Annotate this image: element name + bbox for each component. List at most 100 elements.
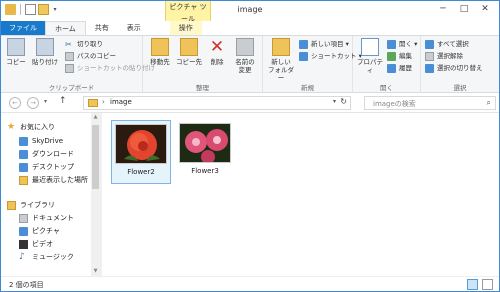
shortcut-icon	[299, 51, 308, 61]
nav-downloads[interactable]: ダウンロード	[19, 148, 74, 161]
clipboard-group-label: クリップボード	[48, 84, 95, 92]
file-item-flower2[interactable]: Flower2	[111, 120, 171, 184]
window-title: image	[237, 5, 263, 14]
explorer-window: ▾ ピクチャ ツール image ─ □ ✕ ファイル ホーム 共有 表示 操作…	[0, 0, 500, 292]
address-chevron[interactable]: ›	[102, 98, 105, 106]
ribbon: コピー 貼り付け ✂ 切り取り パスのコピー ショートカットの貼り付け クリップ…	[1, 35, 499, 93]
copy-label: コピー	[6, 58, 26, 66]
organize-group: 移動先 コピー先 ✕ 削除 名前の 変更 整理	[143, 36, 263, 93]
status-bar: 2 個の項目	[1, 276, 499, 291]
properties-button[interactable]: プロパティ	[355, 38, 385, 74]
file-name: Flower3	[191, 167, 219, 175]
nav-desktop[interactable]: デスクトップ	[19, 161, 74, 174]
paste-shortcut-icon	[65, 63, 74, 73]
select-none-icon	[425, 51, 434, 61]
cut-button[interactable]: ✂ 切り取り	[65, 39, 103, 49]
nav-pictures[interactable]: ピクチャ	[19, 225, 60, 238]
close-button[interactable]: ✕	[477, 3, 493, 15]
search-placeholder[interactable]: imageの検索	[373, 99, 416, 109]
copy-to-button[interactable]: コピー先	[175, 38, 203, 66]
copy-button[interactable]: コピー	[5, 38, 27, 66]
address-dropdown-icon[interactable]: ▾	[333, 98, 336, 105]
refresh-button[interactable]: ↻	[340, 97, 347, 106]
address-bar[interactable]: › image ▾ ↻	[83, 96, 351, 110]
select-none-button[interactable]: 選択解除	[425, 51, 463, 61]
scroll-up-icon[interactable]: ▲	[91, 113, 100, 122]
file-name: Flower2	[127, 168, 155, 176]
nav-videos[interactable]: ビデオ	[19, 238, 53, 251]
new-item-button[interactable]: 新しい項目 ▾	[299, 39, 349, 49]
tab-home[interactable]: ホーム	[45, 21, 86, 35]
open-label: 開く ▾	[399, 40, 418, 48]
select-all-label: すべて選択	[437, 40, 469, 48]
up-button[interactable]: ↑	[59, 96, 67, 106]
address-path[interactable]: image	[110, 98, 132, 106]
nav-music[interactable]: ♪ ミュージック	[19, 251, 74, 264]
edit-label: 編集	[399, 52, 412, 60]
new-item-label: 新しい項目 ▾	[311, 40, 349, 48]
tab-share[interactable]: 共有	[86, 21, 118, 35]
select-group: すべて選択 選択解除 選択の切り替え 選択	[421, 36, 499, 93]
nav-desktop-label: デスクトップ	[32, 163, 74, 171]
tab-file[interactable]: ファイル	[1, 21, 45, 35]
scroll-down-icon[interactable]: ▼	[91, 267, 100, 276]
search-icon[interactable]: ⌕	[487, 98, 491, 108]
flower3-thumbnail	[179, 123, 231, 163]
delete-x-icon: ✕	[209, 37, 225, 57]
minimize-button[interactable]: ─	[435, 3, 451, 15]
forward-button[interactable]: →	[27, 97, 39, 109]
flower2-thumbnail	[115, 124, 167, 164]
open-button[interactable]: 開く ▾	[387, 39, 417, 49]
item-count: 2 個の項目	[9, 281, 44, 289]
maximize-button[interactable]: □	[456, 3, 472, 15]
properties-label: プロパティ	[357, 58, 383, 74]
nav-libraries[interactable]: ライブラリ	[7, 199, 55, 212]
search-box[interactable]: imageの検索 ⌕	[364, 96, 496, 110]
tab-manage[interactable]: 操作	[169, 21, 202, 35]
recent-locations-button[interactable]: ▾	[44, 98, 47, 105]
nav-documents-label: ドキュメント	[32, 214, 74, 222]
recent-places-icon	[19, 176, 28, 185]
delete-button[interactable]: ✕ 削除	[207, 38, 227, 66]
tab-view[interactable]: 表示	[118, 21, 150, 35]
rename-icon	[236, 38, 254, 56]
nav-skydrive[interactable]: SkyDrive	[19, 135, 63, 148]
library-icon	[7, 201, 16, 210]
nav-pane-scrollbar[interactable]: ▲ ▼	[91, 113, 100, 276]
copy-path-button[interactable]: パスのコピー	[65, 51, 116, 61]
file-item-flower3[interactable]: Flower3	[175, 120, 235, 184]
open-icon	[387, 39, 396, 49]
paste-shortcut-button[interactable]: ショートカットの貼り付け	[65, 63, 155, 73]
new-folder-label-line2: フォルダー	[268, 66, 294, 82]
large-icons-view-button[interactable]	[482, 279, 493, 290]
new-folder-button[interactable]: 新しい フォルダー	[265, 38, 297, 82]
details-view-button[interactable]	[467, 279, 478, 290]
copy-to-icon	[180, 38, 198, 56]
rename-label-line2: 変更	[238, 66, 252, 74]
title-bar: ▾ ピクチャ ツール image ─ □ ✕	[1, 1, 499, 23]
move-to-icon	[151, 38, 169, 56]
rename-label-line1: 名前の	[235, 58, 255, 66]
nav-favorites[interactable]: ★ お気に入り	[7, 121, 55, 134]
pictures-icon	[19, 227, 28, 236]
nav-documents[interactable]: ドキュメント	[19, 212, 74, 225]
history-label: 履歴	[399, 64, 412, 72]
invert-selection-button[interactable]: 選択の切り替え	[425, 63, 483, 73]
scrollbar-thumb[interactable]	[92, 125, 99, 189]
nav-recent-places[interactable]: 最近表示した場所	[19, 174, 88, 187]
nav-skydrive-label: SkyDrive	[32, 137, 64, 145]
open-group-label: 開く	[380, 84, 393, 92]
ribbon-tabs: ファイル ホーム 共有 表示 操作	[1, 21, 499, 35]
scissors-icon: ✂	[65, 39, 72, 49]
paste-label: 貼り付け	[32, 58, 58, 66]
edit-button[interactable]: 編集	[387, 51, 412, 61]
move-to-button[interactable]: 移動先	[147, 38, 173, 66]
rename-button[interactable]: 名前の 変更	[231, 38, 259, 74]
select-all-button[interactable]: すべて選択	[425, 39, 469, 49]
back-button[interactable]: ←	[9, 97, 21, 109]
copy-path-label: パスのコピー	[77, 52, 116, 60]
folder-icon	[88, 99, 98, 107]
paste-button[interactable]: 貼り付け	[31, 38, 59, 66]
history-button[interactable]: 履歴	[387, 63, 412, 73]
new-folder-icon	[272, 38, 290, 56]
